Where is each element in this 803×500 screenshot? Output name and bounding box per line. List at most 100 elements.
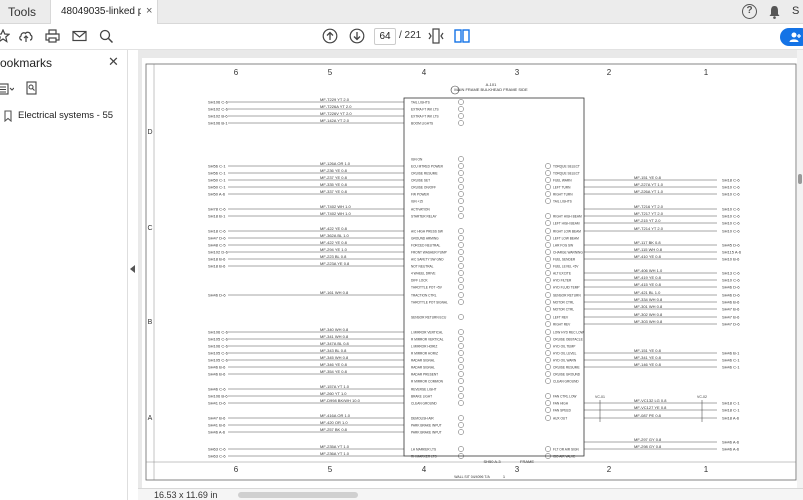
print-icon[interactable] bbox=[45, 29, 60, 48]
right-pin-label: CRUISE OBSTACLE bbox=[553, 337, 583, 341]
upload-cloud-icon[interactable] bbox=[18, 29, 34, 48]
search-icon[interactable] bbox=[99, 29, 114, 48]
vertical-scrollbar[interactable] bbox=[797, 50, 803, 488]
previous-page-icon[interactable] bbox=[322, 28, 338, 49]
page-total: / 221 bbox=[399, 30, 422, 41]
collapse-panel-icon[interactable] bbox=[130, 265, 135, 275]
right-pin-label: LHR FOG SW bbox=[553, 243, 573, 247]
page-number-input[interactable]: 64 bbox=[374, 28, 396, 45]
right-pin-label: HYD FILTER bbox=[553, 278, 572, 282]
scroll-thumb[interactable] bbox=[798, 174, 802, 184]
left-wire-label: MF-416A OR 1.0 bbox=[320, 413, 351, 418]
column-number-top: 4 bbox=[422, 68, 427, 77]
two-page-view-icon[interactable] bbox=[454, 28, 470, 49]
right-sheet-ref: SH46 D-6 bbox=[722, 293, 740, 298]
left-pin-label: EXTRA FT WK LTS bbox=[411, 107, 439, 111]
left-sheet-ref: SH18 B-6 bbox=[208, 264, 226, 269]
right-pin-label: ISO AIR VALVE bbox=[553, 454, 575, 458]
notification-bell-icon[interactable] bbox=[768, 5, 781, 24]
left-sheet-ref: SH78 C-6 bbox=[208, 207, 226, 212]
document-viewer[interactable]: 6 6 5 5 4 4 3 3 2 2 1 1 D C B A A-101 MAIN FRAME BULKHEAD… bbox=[138, 50, 803, 488]
left-pin-label: BRAKE LIGHT bbox=[411, 394, 432, 398]
star-icon[interactable] bbox=[0, 28, 11, 48]
left-pin-circle bbox=[458, 429, 464, 435]
right-pin-circle bbox=[545, 277, 551, 283]
left-pin-label: CRUISE RESUME bbox=[411, 171, 438, 175]
left-sheet-ref: SH102 D-6 bbox=[208, 250, 229, 255]
close-panel-button[interactable]: ✕ bbox=[108, 54, 119, 70]
left-pin-circle bbox=[458, 446, 464, 452]
column-number-bottom: 6 bbox=[234, 465, 239, 474]
left-sheet-ref: SH102 B-6 bbox=[208, 114, 228, 119]
left-pin-circle bbox=[458, 249, 464, 255]
tab-document[interactable]: 48049035-linked pd... × bbox=[50, 0, 158, 24]
left-sheet-ref: SH63 C-6 bbox=[208, 454, 226, 459]
right-pin-label: CHARGE WARNING bbox=[553, 250, 583, 254]
left-sheet-ref: SH106 C-6 bbox=[208, 100, 229, 105]
right-sheet-ref: SH47 B-6 bbox=[722, 315, 740, 320]
right-pin-label: FAN CTRL LOW bbox=[553, 394, 576, 398]
left-sheet-ref: SH48 C-5 bbox=[208, 243, 226, 248]
right-pin-circle bbox=[545, 321, 551, 327]
left-pin-label: RADAR PRESENT bbox=[411, 372, 438, 376]
search-bookmark-icon[interactable] bbox=[26, 81, 38, 100]
document-page: 6 6 5 5 4 4 3 3 2 2 1 1 D C B A A-101 MAIN FRAME BULKHEAD… bbox=[142, 58, 800, 488]
left-wire-label: MF-T229 YT 2.0 bbox=[320, 97, 350, 102]
horizontal-scrollbar[interactable] bbox=[238, 492, 358, 498]
right-pin-circle bbox=[545, 350, 551, 356]
left-sheet-ref: SH47 D-6 bbox=[208, 236, 226, 241]
bookmark-item[interactable]: Electrical systems - 55 bbox=[4, 108, 128, 124]
share-user-button[interactable] bbox=[780, 28, 803, 46]
left-pin-label: DEMOLISH AIR bbox=[411, 416, 434, 420]
right-wire-label: MF-215 YT 2.0 bbox=[634, 218, 661, 223]
status-bar: 16.53 x 11.69 in bbox=[138, 488, 803, 500]
tab-close-button[interactable]: × bbox=[146, 5, 152, 17]
right-sheet-ref: SH18 C-1 bbox=[722, 401, 740, 406]
right-pin-label: CLEAN GROUND bbox=[553, 379, 579, 383]
left-pin-circle bbox=[458, 156, 464, 162]
left-pin-label: PARK BRAKE INPUT bbox=[411, 423, 442, 427]
left-pin-label: SENSOR RETURN ECU bbox=[411, 315, 447, 319]
right-sheet-ref: SH10 C-6 bbox=[722, 185, 740, 190]
right-sheet-ref: SH46 B-1 bbox=[722, 351, 740, 356]
right-pin-circle bbox=[545, 213, 551, 219]
right-pin-circle bbox=[545, 177, 551, 183]
bookmark-options-icon[interactable] bbox=[0, 82, 15, 100]
left-sheet-ref: SH106 B-6 bbox=[208, 394, 228, 399]
right-wire-label: MF-227A YT 1.0 bbox=[634, 182, 664, 187]
column-number-top: 2 bbox=[607, 68, 612, 77]
left-wire-label: MF-223A YE 0.8 bbox=[320, 261, 350, 266]
right-pin-circle bbox=[545, 263, 551, 269]
left-pin-label: R MIRROR HORIZ bbox=[411, 351, 438, 355]
tab-tools[interactable]: Tools bbox=[8, 5, 36, 19]
right-sheet-ref: SH10 C-6 bbox=[722, 278, 740, 283]
left-pin-label: CLEAN GROUND bbox=[411, 401, 437, 405]
right-sheet-ref: SH18 C-6 bbox=[722, 178, 740, 183]
left-pin-circle bbox=[458, 277, 464, 283]
right-sheet-ref: SH10 B-6 bbox=[722, 257, 740, 262]
next-page-icon[interactable] bbox=[349, 28, 365, 49]
right-pin-circle bbox=[545, 170, 551, 176]
right-wire-label: MF-T216 YT 2.0 bbox=[634, 204, 664, 209]
mail-icon[interactable] bbox=[72, 29, 87, 48]
left-pin-circle bbox=[458, 235, 464, 241]
left-pin-circle bbox=[458, 120, 464, 126]
right-pin-circle bbox=[545, 235, 551, 241]
left-pin-circle bbox=[458, 415, 464, 421]
fit-page-icon[interactable] bbox=[428, 28, 444, 49]
sign-in-link[interactable]: S bbox=[792, 5, 799, 17]
left-sheet-ref: SH46 D-6 bbox=[208, 293, 226, 298]
left-pin-label: GROUND ARMING bbox=[411, 236, 439, 240]
left-pin-circle bbox=[458, 364, 464, 370]
left-pin-label: NOT NEUTRAL bbox=[411, 264, 434, 268]
right-wire-label: MF-301 WH 0.8 bbox=[634, 304, 663, 309]
left-wire-label: MF-362A BL 1.0 bbox=[320, 233, 350, 238]
left-wire-label: MF-335 YE 0.8 bbox=[320, 182, 348, 187]
help-icon[interactable]: ? bbox=[742, 4, 757, 19]
right-pin-circle bbox=[545, 314, 551, 320]
left-sheet-ref: SH18 B-6 bbox=[208, 257, 226, 262]
left-pin-label: RH MARKER LTS bbox=[411, 454, 437, 458]
column-number-bottom: 3 bbox=[515, 465, 520, 474]
left-pin-circle bbox=[458, 314, 464, 320]
right-wire-label: MF-VC127 YE 0.8 bbox=[634, 405, 667, 410]
